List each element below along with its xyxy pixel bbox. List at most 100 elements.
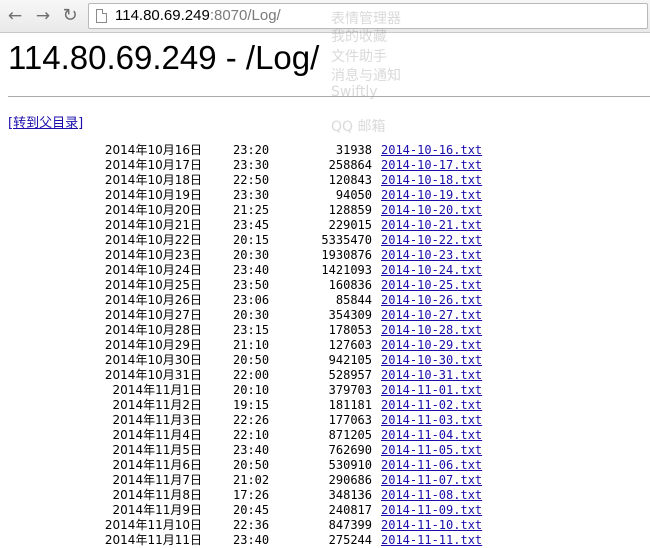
file-link[interactable]: 2014-10-30.txt [381, 353, 482, 368]
file-link[interactable]: 2014-10-31.txt [381, 368, 482, 383]
file-size: 178053 [328, 323, 372, 337]
file-size: 85844 [335, 293, 372, 307]
file-date: 2014年10月16日 [104, 143, 202, 157]
file-link[interactable]: 2014-10-23.txt [381, 248, 482, 263]
file-row: 2014年10月17日 23:30 258864 2014-10-17.txt [0, 158, 650, 173]
file-row: 2014年11月3日 22:26 177063 2014-11-03.txt [0, 413, 650, 428]
file-date: 2014年10月18日 [104, 173, 202, 187]
file-link[interactable]: 2014-10-24.txt [381, 263, 482, 278]
file-size: 177063 [328, 413, 372, 427]
file-size: 1421093 [321, 263, 372, 277]
file-size: 762690 [328, 443, 372, 457]
file-row: 2014年11月9日 20:45 240817 2014-11-09.txt [0, 503, 650, 518]
file-row: 2014年10月18日 22:50 120843 2014-10-18.txt [0, 173, 650, 188]
file-time: 20:30 [233, 248, 270, 262]
faded-menu-item: QQ 邮箱 [331, 119, 386, 135]
file-date: 2014年11月8日 [112, 488, 202, 502]
file-date: 2014年10月24日 [104, 263, 202, 277]
file-link[interactable]: 2014-10-18.txt [381, 173, 482, 188]
file-link[interactable]: 2014-11-09.txt [381, 503, 482, 518]
file-date: 2014年11月1日 [112, 383, 202, 397]
file-date: 2014年10月30日 [104, 353, 202, 367]
file-link[interactable]: 2014-10-26.txt [381, 293, 482, 308]
file-date: 2014年11月10日 [104, 518, 202, 532]
file-link[interactable]: 2014-11-10.txt [381, 518, 482, 533]
file-time: 22:10 [233, 428, 270, 442]
file-link[interactable]: 2014-10-25.txt [381, 278, 482, 293]
back-arrow-icon[interactable]: ← [5, 6, 25, 26]
file-date: 2014年11月2日 [112, 398, 202, 412]
file-link[interactable]: 2014-10-27.txt [381, 308, 482, 323]
file-link[interactable]: 2014-11-06.txt [381, 458, 482, 473]
page-title: 114.80.69.249 - /Log/ [8, 39, 320, 76]
divider [8, 96, 650, 97]
file-date: 2014年10月31日 [104, 368, 202, 382]
url-text: 114.80.69.249:8070/Log/ [115, 7, 281, 25]
file-row: 2014年11月2日 19:15 181181 2014-11-02.txt [0, 398, 650, 413]
file-link[interactable]: 2014-10-22.txt [381, 233, 482, 248]
file-row: 2014年10月22日 20:15 5335470 2014-10-22.txt [0, 233, 650, 248]
file-date: 2014年10月28日 [104, 323, 202, 337]
file-row: 2014年11月6日 20:50 530910 2014-11-06.txt [0, 458, 650, 473]
file-size: 258864 [328, 158, 372, 172]
file-link[interactable]: 2014-10-16.txt [381, 143, 482, 158]
file-link[interactable]: 2014-11-03.txt [381, 413, 482, 428]
file-link[interactable]: 2014-11-04.txt [381, 428, 482, 443]
file-time: 20:15 [233, 233, 270, 247]
file-row: 2014年10月20日 21:25 128859 2014-10-20.txt [0, 203, 650, 218]
file-time: 23:06 [233, 293, 270, 307]
file-size: 240817 [328, 503, 372, 517]
file-date: 2014年10月20日 [104, 203, 202, 217]
file-date: 2014年10月25日 [104, 278, 202, 292]
file-row: 2014年11月5日 23:40 762690 2014-11-05.txt [0, 443, 650, 458]
file-row: 2014年10月30日 20:50 942105 2014-10-30.txt [0, 353, 650, 368]
file-row: 2014年10月23日 20:30 1930876 2014-10-23.txt [0, 248, 650, 263]
file-link[interactable]: 2014-10-29.txt [381, 338, 482, 353]
file-row: 2014年10月16日 23:20 31938 2014-10-16.txt [0, 143, 650, 158]
browser-toolbar: ← → ↻ 114.80.69.249:8070/Log/ [0, 0, 650, 33]
file-date: 2014年10月26日 [104, 293, 202, 307]
file-date: 2014年10月29日 [104, 338, 202, 352]
file-link[interactable]: 2014-10-21.txt [381, 218, 482, 233]
file-link[interactable]: 2014-10-19.txt [381, 188, 482, 203]
faded-menu-item: 文件助手 [331, 49, 387, 65]
file-link[interactable]: 2014-10-20.txt [381, 203, 482, 218]
file-link[interactable]: 2014-11-08.txt [381, 488, 482, 503]
file-size: 354309 [328, 308, 372, 322]
file-link[interactable]: 2014-10-28.txt [381, 323, 482, 338]
file-row: 2014年11月10日 22:36 847399 2014-11-10.txt [0, 518, 650, 533]
file-row: 2014年10月31日 22:00 528957 2014-10-31.txt [0, 368, 650, 383]
reload-icon[interactable]: ↻ [60, 6, 80, 26]
file-date: 2014年11月9日 [112, 503, 202, 517]
file-link[interactable]: 2014-11-07.txt [381, 473, 482, 488]
file-time: 23:15 [233, 323, 270, 337]
file-size: 528957 [328, 368, 372, 382]
file-time: 21:10 [233, 338, 270, 352]
file-date: 2014年11月7日 [112, 473, 202, 487]
file-time: 23:50 [233, 278, 270, 292]
file-link[interactable]: 2014-11-01.txt [381, 383, 482, 398]
file-time: 20:10 [233, 383, 270, 397]
file-date: 2014年11月4日 [112, 428, 202, 442]
file-link[interactable]: 2014-10-17.txt [381, 158, 482, 173]
file-link[interactable]: 2014-11-05.txt [381, 443, 482, 458]
file-time: 20:50 [233, 458, 270, 472]
file-time: 22:26 [233, 413, 270, 427]
file-size: 5335470 [321, 233, 372, 247]
file-date: 2014年11月3日 [112, 413, 202, 427]
file-time: 21:02 [233, 473, 270, 487]
file-time: 22:36 [233, 518, 270, 532]
file-size: 530910 [328, 458, 372, 472]
file-size: 94050 [335, 188, 372, 202]
address-bar[interactable]: 114.80.69.249:8070/Log/ [88, 3, 648, 29]
parent-directory-link[interactable]: [转到父目录] [8, 112, 83, 131]
file-size: 120843 [328, 173, 372, 187]
forward-arrow-icon[interactable]: → [33, 6, 53, 26]
file-size: 128859 [328, 203, 372, 217]
file-row: 2014年11月7日 21:02 290686 2014-11-07.txt [0, 473, 650, 488]
file-size: 871205 [328, 428, 372, 442]
file-date: 2014年11月6日 [112, 458, 202, 472]
file-row: 2014年11月8日 17:26 348136 2014-11-08.txt [0, 488, 650, 503]
file-link[interactable]: 2014-11-02.txt [381, 398, 482, 413]
file-size: 31938 [335, 143, 372, 157]
